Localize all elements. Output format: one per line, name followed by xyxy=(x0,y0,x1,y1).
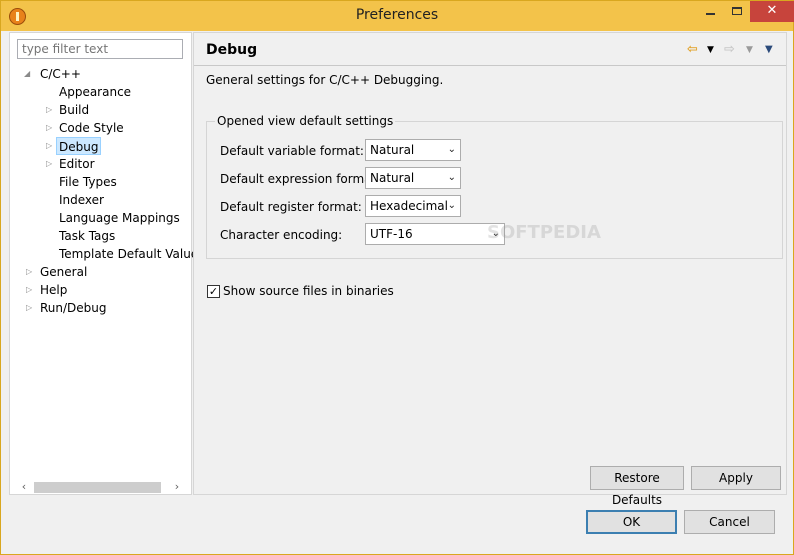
close-button[interactable]: ✕ xyxy=(750,1,794,22)
tree-item-indexer[interactable]: Indexer xyxy=(59,191,104,209)
scroll-right-icon[interactable]: › xyxy=(170,479,184,495)
collapsed-arrow-icon[interactable]: ▷ xyxy=(46,119,56,137)
variable-format-select[interactable]: Natural ⌄ xyxy=(365,139,461,161)
group-title: Opened view default settings xyxy=(215,114,396,128)
tree-item-appearance[interactable]: Appearance xyxy=(59,83,131,101)
character-encoding-value: UTF-16 xyxy=(370,227,413,241)
filter-input[interactable] xyxy=(17,39,183,59)
close-icon: ✕ xyxy=(766,3,778,18)
cancel-button[interactable]: Cancel xyxy=(684,510,775,534)
tree-item-task-tags[interactable]: Task Tags xyxy=(59,227,115,245)
collapsed-arrow-icon[interactable]: ▷ xyxy=(46,101,56,119)
page-description: General settings for C/C++ Debugging. xyxy=(206,73,444,87)
tree-item-template-default-value[interactable]: Template Default Value xyxy=(59,245,198,263)
character-encoding-label: Character encoding: xyxy=(220,228,343,242)
minimize-button[interactable] xyxy=(697,1,724,22)
window-title: Preferences xyxy=(355,7,439,23)
collapsed-arrow-icon[interactable]: ▷ xyxy=(46,155,56,173)
softpedia-watermark: SOFTPEDIA xyxy=(487,222,601,243)
collapsed-arrow-icon[interactable]: ▷ xyxy=(46,137,56,155)
tree-item-language-mappings[interactable]: Language Mappings xyxy=(59,209,180,227)
scrollbar-thumb[interactable] xyxy=(34,482,161,493)
forward-history-dropdown-icon[interactable]: ▼ xyxy=(746,41,753,59)
title-bar: Preferences ✕ xyxy=(1,1,794,31)
show-source-label[interactable]: Show source files in binaries xyxy=(223,284,394,298)
tree-item-debug[interactable]: Debug xyxy=(56,137,102,155)
maximize-icon xyxy=(732,7,742,15)
show-source-checkbox[interactable]: ✓ xyxy=(207,285,220,298)
collapsed-arrow-icon[interactable]: ▷ xyxy=(26,299,36,317)
title-separator xyxy=(194,65,786,66)
expression-format-value: Natural xyxy=(370,171,415,185)
character-encoding-select[interactable]: UTF-16 ⌄ xyxy=(365,223,505,245)
variable-format-value: Natural xyxy=(370,143,415,157)
horizontal-scrollbar[interactable]: ‹ › xyxy=(17,479,184,495)
register-format-select[interactable]: Hexadecimal ⌄ xyxy=(365,195,461,217)
collapsed-arrow-icon[interactable]: ▷ xyxy=(26,263,36,281)
minimize-icon xyxy=(706,13,715,15)
checkmark-icon: ✓ xyxy=(208,285,219,298)
expression-format-label: Default expression format: xyxy=(220,172,381,186)
tree-item-file-types[interactable]: File Types xyxy=(59,173,117,191)
tree-item-run-debug[interactable]: Run/Debug xyxy=(40,299,107,317)
tree-item-general[interactable]: General xyxy=(40,263,87,281)
tree-item-build[interactable]: Build xyxy=(59,101,89,119)
back-history-dropdown-icon[interactable]: ▼ xyxy=(707,41,714,59)
view-menu-icon[interactable]: ▼ xyxy=(765,41,773,59)
scroll-left-icon[interactable]: ‹ xyxy=(17,479,31,495)
tree-item-cpp[interactable]: C/C++ xyxy=(40,65,81,83)
tree-item-code-style[interactable]: Code Style xyxy=(59,119,124,137)
chevron-down-icon: ⌄ xyxy=(447,144,456,155)
register-format-value: Hexadecimal xyxy=(370,199,448,213)
preference-tree-pane: ◢ C/C++ Appearance ▷ Build ▷ Code Style … xyxy=(9,32,198,495)
variable-format-label: Default variable format: xyxy=(220,144,364,158)
page-title: Debug xyxy=(206,42,258,58)
collapsed-arrow-icon[interactable]: ▷ xyxy=(26,281,36,299)
expanded-arrow-icon[interactable]: ◢ xyxy=(24,65,34,83)
debug-settings-pane: Debug ⇦ ▼ ⇨ ▼ ▼ General settings for C/C… xyxy=(193,32,787,507)
back-arrow-icon[interactable]: ⇦ xyxy=(687,41,698,59)
expression-format-select[interactable]: Natural ⌄ xyxy=(365,167,461,189)
register-format-label: Default register format: xyxy=(220,200,362,214)
tree-item-editor[interactable]: Editor xyxy=(59,155,95,173)
ok-button[interactable]: OK xyxy=(586,510,677,534)
maximize-button[interactable] xyxy=(724,1,750,22)
chevron-down-icon: ⌄ xyxy=(447,172,456,183)
preferences-window: Preferences ✕ ◢ C/C++ Appearance ▷ Build… xyxy=(0,0,794,555)
apply-button[interactable]: Apply xyxy=(691,466,781,490)
tree-item-help[interactable]: Help xyxy=(40,281,67,299)
forward-arrow-icon[interactable]: ⇨ xyxy=(724,41,735,59)
restore-defaults-button[interactable]: Restore Defaults xyxy=(590,466,684,507)
chevron-down-icon: ⌄ xyxy=(447,200,456,211)
